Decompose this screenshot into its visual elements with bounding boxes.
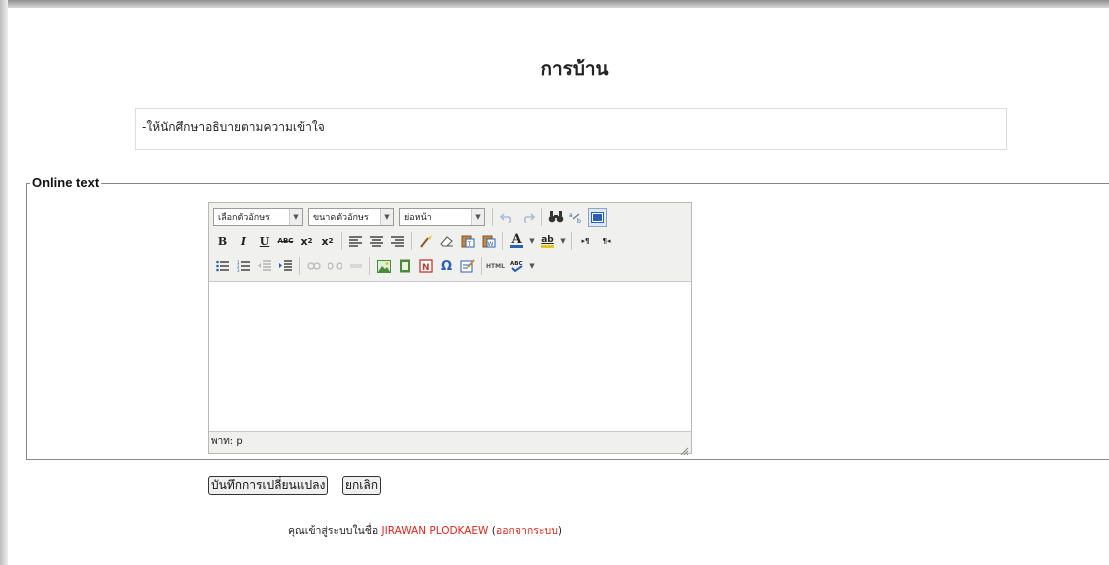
- anchor-icon[interactable]: [346, 257, 365, 276]
- underline-icon[interactable]: U: [255, 232, 274, 251]
- toolbar-row-2: B I U ABC x2 x2 T W A ▼ ab ▼ ▸¶ ¶◂: [213, 230, 616, 252]
- toolbar-separator: [541, 208, 542, 226]
- outdent-icon[interactable]: [255, 257, 274, 276]
- bold-icon[interactable]: B: [213, 232, 232, 251]
- bullet-list-icon[interactable]: [213, 257, 232, 276]
- toolbar-row-3: 123 N Ω HTML ABC ▼: [213, 255, 536, 277]
- page-title: การบ้าน: [540, 58, 609, 80]
- font-size-select[interactable]: ขนาดตัวอักษร ▼: [308, 208, 394, 226]
- indent-icon[interactable]: [276, 257, 295, 276]
- toolbar-separator: [369, 257, 370, 275]
- chevron-down-icon: ▼: [380, 209, 393, 225]
- emoticon-icon[interactable]: N: [416, 257, 435, 276]
- editor-path-label: พาท: p: [211, 436, 243, 447]
- ltr-icon[interactable]: ▸¶: [576, 232, 595, 251]
- resize-grip-icon[interactable]: [679, 441, 689, 456]
- link-icon[interactable]: [304, 257, 323, 276]
- rtl-icon[interactable]: ¶◂: [597, 232, 616, 251]
- toolbar-separator: [502, 232, 503, 250]
- replace-icon[interactable]: ab: [567, 208, 586, 227]
- login-info-text: คุณเข้าสู่ระบบในชื่อ: [288, 525, 382, 537]
- redo-icon[interactable]: [518, 208, 537, 227]
- chevron-down-icon: ▼: [289, 209, 302, 225]
- assignment-description: -ให้นักศึกษาอธิบายตามความเข้าใจ: [135, 108, 1007, 150]
- chevron-down-icon[interactable]: ▼: [528, 257, 536, 276]
- svg-text:b: b: [577, 218, 581, 224]
- html-source-icon[interactable]: HTML: [486, 257, 505, 276]
- cleanup-icon[interactable]: [416, 232, 435, 251]
- eraser-icon[interactable]: [437, 232, 456, 251]
- fullscreen-icon[interactable]: [588, 207, 607, 227]
- svg-text:a: a: [569, 212, 573, 219]
- strikethrough-icon[interactable]: ABC: [276, 232, 295, 251]
- window-frame-top: [0, 0, 1109, 8]
- image-icon[interactable]: [374, 257, 393, 276]
- undo-icon[interactable]: [497, 208, 516, 227]
- toolbar-separator: [571, 232, 572, 250]
- login-info: คุณเข้าสู่ระบบในชื่อ JIRAWAN PLODKAEW (อ…: [288, 522, 562, 539]
- special-char-icon[interactable]: Ω: [437, 257, 456, 276]
- toolbar-separator: [481, 257, 482, 275]
- align-right-icon[interactable]: [388, 232, 407, 251]
- unlink-icon[interactable]: [325, 257, 344, 276]
- logout-link[interactable]: ออกจากระบบ: [496, 525, 558, 537]
- toolbar-separator: [411, 232, 412, 250]
- save-changes-button[interactable]: บันทึกการเปลี่ยนแปลง: [208, 476, 329, 495]
- toolbar-separator: [341, 232, 342, 250]
- toolbar-separator: [492, 208, 493, 226]
- find-icon[interactable]: [546, 208, 565, 227]
- media-icon[interactable]: [395, 257, 414, 276]
- font-family-select[interactable]: เลือกตัวอักษร ▼: [213, 208, 303, 226]
- svg-text:N: N: [422, 263, 430, 273]
- insert-table-icon[interactable]: [458, 257, 477, 276]
- numbered-list-icon[interactable]: 123: [234, 257, 253, 276]
- font-family-select-value: เลือกตัวอักษร: [218, 213, 270, 223]
- text-color-icon[interactable]: A: [507, 232, 526, 251]
- assignment-description-text: -ให้นักศึกษาอธิบายตามความเข้าใจ: [142, 120, 325, 134]
- highlight-color-icon[interactable]: ab: [538, 232, 557, 251]
- font-size-select-value: ขนาดตัวอักษร: [313, 213, 369, 223]
- format-select-value: ย่อหน้า: [404, 213, 432, 223]
- chevron-down-icon[interactable]: ▼: [559, 232, 567, 251]
- align-left-icon[interactable]: [346, 232, 365, 251]
- rich-text-editor: เลือกตัวอักษร ▼ ขนาดตัวอักษร ▼ ย่อหน้า ▼…: [208, 202, 692, 456]
- svg-text:W: W: [487, 241, 493, 248]
- cancel-button[interactable]: ยกเลิก: [342, 476, 382, 495]
- paste-word-icon[interactable]: W: [479, 232, 498, 251]
- italic-icon[interactable]: I: [234, 232, 253, 251]
- toolbar-separator: [299, 257, 300, 275]
- svg-text:T: T: [466, 241, 471, 248]
- user-profile-link[interactable]: JIRAWAN PLODKAEW: [382, 525, 489, 537]
- logout-paren-close: ): [557, 525, 563, 537]
- subscript-icon[interactable]: x2: [297, 232, 316, 251]
- toolbar-row-1: เลือกตัวอักษร ▼ ขนาดตัวอักษร ▼ ย่อหน้า ▼…: [213, 206, 607, 228]
- chevron-down-icon[interactable]: ▼: [528, 232, 536, 251]
- fieldset-legend: Online text: [30, 175, 102, 190]
- align-center-icon[interactable]: [367, 232, 386, 251]
- chevron-down-icon: ▼: [471, 209, 484, 225]
- superscript-icon[interactable]: x2: [318, 232, 337, 251]
- spellcheck-icon[interactable]: ABC: [507, 257, 526, 276]
- editor-content-area[interactable]: [209, 281, 691, 432]
- svg-text:3: 3: [237, 268, 240, 272]
- format-select[interactable]: ย่อหน้า ▼: [399, 208, 485, 226]
- paste-text-icon[interactable]: T: [458, 232, 477, 251]
- window-frame-left: [0, 0, 8, 565]
